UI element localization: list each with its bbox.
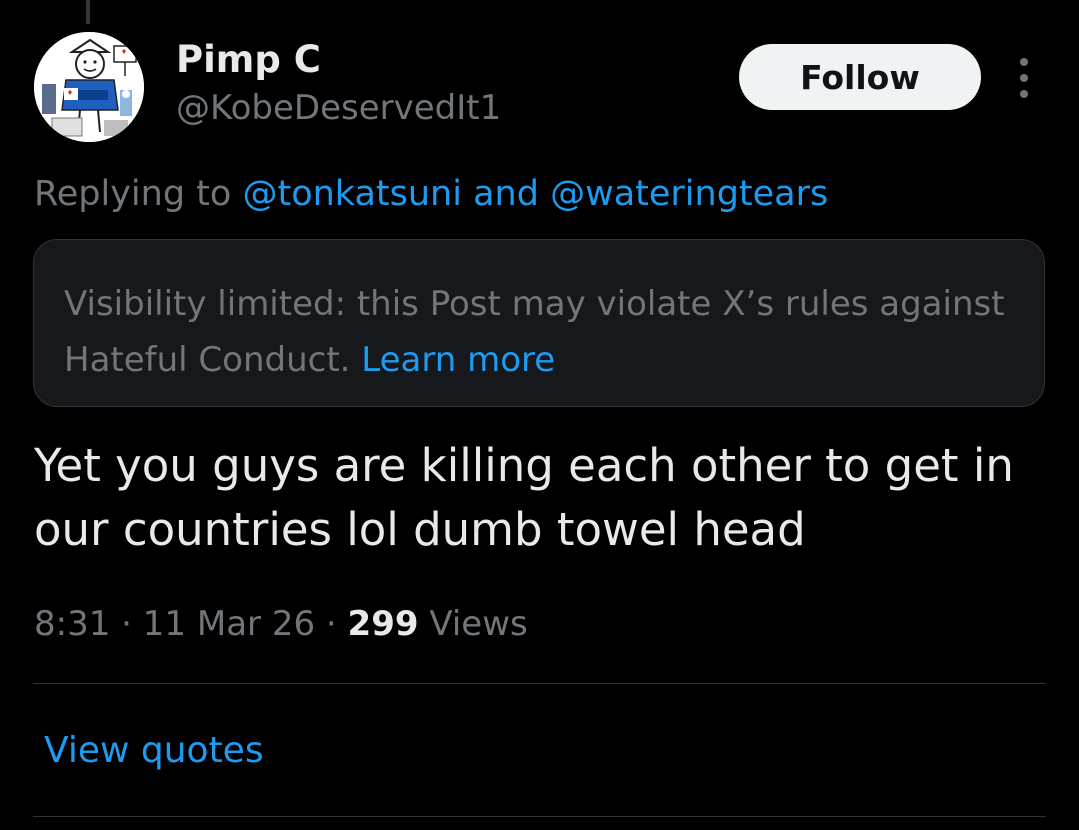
more-options-icon[interactable] — [1012, 58, 1036, 98]
replying-to-line: Replying to @tonkatsuni and @wateringtea… — [34, 174, 828, 214]
mention-joiner[interactable]: and — [473, 174, 539, 214]
post-text: Yet you guys are killing each other to g… — [34, 439, 1014, 556]
mention-link[interactable]: @wateringtears — [550, 174, 828, 214]
dot — [1020, 58, 1028, 66]
divider — [33, 683, 1046, 684]
meta-separator: · — [121, 604, 132, 644]
thread-connector-line — [86, 0, 90, 24]
avatar[interactable] — [34, 32, 144, 142]
cartoon-avatar-icon — [34, 32, 144, 142]
replying-prefix: Replying to — [34, 174, 232, 214]
author-handle[interactable]: @KobeDeservedIt1 — [176, 88, 501, 128]
dot — [1020, 74, 1028, 82]
follow-button[interactable]: Follow — [739, 44, 981, 110]
divider — [33, 816, 1046, 817]
dot — [1020, 90, 1028, 98]
author-name[interactable]: Pimp C — [176, 38, 321, 81]
post-date[interactable]: 11 Mar 26 — [143, 604, 315, 644]
mention-link[interactable]: @tonkatsuni — [242, 174, 461, 214]
views-label: Views — [429, 604, 528, 644]
post-time[interactable]: 8:31 — [34, 604, 110, 644]
meta-separator: · — [325, 604, 337, 644]
learn-more-link[interactable]: Learn more — [361, 340, 555, 380]
post-meta: 8:31 · 11 Mar 26 · 299 Views — [34, 604, 528, 644]
view-quotes-link[interactable]: View quotes — [44, 730, 264, 771]
visibility-notice: Visibility limited: this Post may violat… — [33, 239, 1045, 407]
views-count: 299 — [347, 604, 419, 644]
